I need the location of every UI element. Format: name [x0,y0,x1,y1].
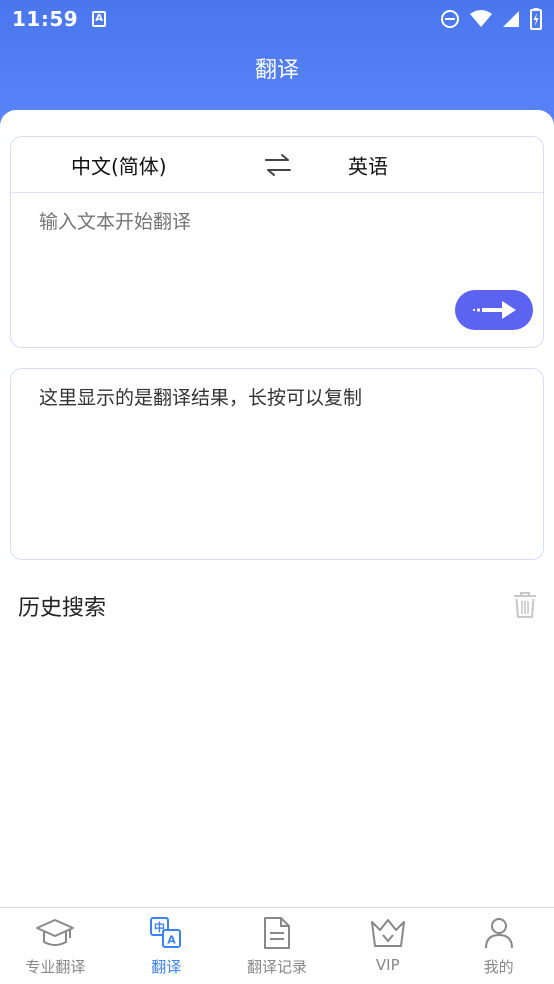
input-card: 中文(简体) 英语 [10,136,544,348]
source-language-selector[interactable]: 中文(简体) [71,150,167,179]
tab-label: 我的 [483,958,514,976]
tab-translate[interactable]: 中 A 翻译 [111,908,222,984]
translation-result-text: 这里显示的是翻译结果，长按可以复制 [39,387,363,409]
tab-profile[interactable]: 我的 [443,908,554,984]
tab-professional-translate[interactable]: 专业翻译 [0,908,111,984]
signal-icon [503,11,519,27]
target-language-selector[interactable]: 英语 [348,150,388,179]
crown-icon [370,919,405,947]
tab-label: VIP [375,956,400,974]
tab-label: 翻译记录 [246,958,307,976]
trash-icon[interactable] [512,591,538,619]
page-title: 翻译 [254,58,299,83]
tab-label: 专业翻译 [25,958,86,976]
do-not-disturb-icon [441,10,459,28]
document-icon [263,917,290,949]
bottom-navigation: 专业翻译 中 A 翻译 翻译记录 VIP 我的 [0,907,554,984]
graduation-cap-icon [36,919,75,946]
history-section-title: 历史搜索 [18,596,107,621]
user-icon [484,918,513,949]
wifi-icon [470,10,492,27]
translate-button[interactable] [455,290,533,330]
language-selector-row: 中文(简体) 英语 [11,137,543,193]
status-icons [440,8,542,30]
translate-icon: 中 A [150,917,182,948]
battery-icon [530,8,542,30]
arrow-right-icon [473,301,516,319]
notification-icon: A [92,11,107,27]
source-text-input[interactable] [39,207,519,287]
tab-translation-history[interactable]: 翻译记录 [222,908,333,984]
tab-vip[interactable]: VIP [332,908,443,984]
swap-languages-icon[interactable] [263,151,293,179]
status-time: 11:59 [12,7,79,31]
tab-label: 翻译 [151,958,182,976]
status-bar: 11:59 A [0,0,554,38]
result-card[interactable]: 这里显示的是翻译结果，长按可以复制 [10,368,544,560]
svg-text:A: A [167,934,176,947]
